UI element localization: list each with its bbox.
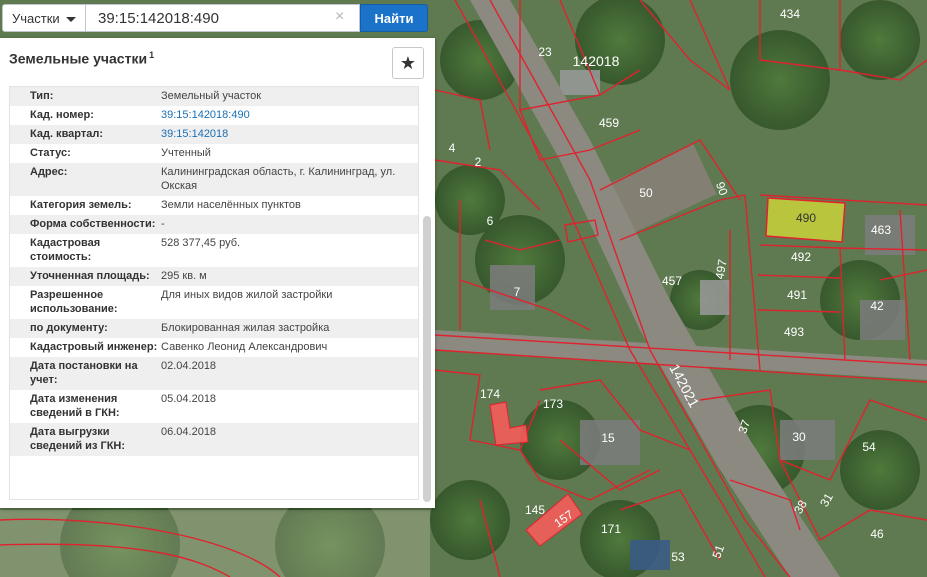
attribute-row: Статус: Учтенный — [10, 144, 418, 163]
attribute-row: Дата изменения сведений в ГКН: 05.04.201… — [10, 390, 418, 423]
quarter-label: 142018 — [573, 53, 620, 69]
panel-title-count: 1 — [149, 50, 155, 60]
panel-title-text: Земельные участки — [9, 50, 148, 67]
cadastral-number-link[interactable]: 39:15:142018:490 — [161, 108, 258, 122]
attribute-key: Тип: — [30, 90, 54, 102]
parcel-label: 30 — [792, 430, 806, 444]
attribute-value: Савенко Леонид Александрович — [161, 341, 328, 353]
attribute-row: Дата постановки на учет: 02.04.2018 — [10, 357, 418, 390]
attribute-value: Учтенный — [161, 147, 211, 159]
search-type-select[interactable]: Участки — [2, 4, 86, 32]
parcel-label: 54 — [862, 440, 876, 454]
panel-scrollbar[interactable] — [423, 216, 431, 502]
parcel-label: 4 — [449, 141, 456, 155]
attribute-value: 05.04.2018 — [161, 393, 217, 405]
cadastral-quarter-link[interactable]: 39:15:142018 — [161, 127, 236, 141]
attribute-key: Дата выгрузки сведений из ГКН: — [30, 426, 126, 452]
parcel-label: 145 — [525, 503, 545, 517]
attribute-value: Для иных видов жилой застройки — [161, 289, 333, 301]
attribute-row: Разрешенное использование: Для иных видо… — [10, 286, 418, 319]
parcel-label: 174 — [480, 387, 500, 401]
attribute-row: Кад. квартал: 39:15:142018 — [10, 125, 418, 144]
attribute-value: - — [161, 218, 165, 230]
attribute-row: Категория земель: Земли населённых пункт… — [10, 196, 418, 215]
attribute-key: Уточненная площадь: — [30, 270, 150, 282]
parcel-label: 457 — [662, 274, 682, 288]
attribute-row: Кад. номер: 39:15:142018:490 — [10, 106, 418, 125]
attribute-key: Кадастровый инженер: — [30, 341, 158, 353]
attribute-key: Кад. квартал: — [30, 128, 104, 140]
search-bar: Участки × Найти — [0, 0, 436, 36]
selected-parcel-label: 490 — [796, 211, 816, 225]
attribute-value: Блокированная жилая застройка — [161, 322, 330, 334]
parcel-label: 50 — [639, 186, 653, 200]
attribute-value: Калининградская область, г. Калининград,… — [161, 166, 396, 192]
attribute-value: 528 377,45 руб. — [161, 237, 241, 249]
parcel-label: 491 — [787, 288, 807, 302]
chevron-down-icon — [66, 17, 76, 22]
parcel-label: 173 — [543, 397, 563, 411]
star-icon: ★ — [399, 52, 417, 73]
info-panel: Земельные участки 1 ★ Тип: Земельный учас… — [0, 38, 435, 508]
attribute-key: Адрес: — [30, 166, 68, 178]
attribute-row: Кадастровая стоимость: 528 377,45 руб. — [10, 234, 418, 267]
attribute-value: Земельный участок — [161, 90, 262, 102]
attribute-row: по документу: Блокированная жилая застро… — [10, 319, 418, 338]
parcel-label: 463 — [871, 223, 891, 237]
parcel-label: 492 — [791, 250, 811, 264]
attribute-key: Кадастровая стоимость: — [30, 237, 101, 263]
attribute-row: Кадастровый инженер: Савенко Леонид Алек… — [10, 338, 418, 357]
parcel-label: 7 — [514, 285, 521, 299]
parcel-label: 15 — [601, 431, 615, 445]
parcel-label: 53 — [671, 550, 685, 564]
attribute-row: Адрес: Калининградская область, г. Калин… — [10, 163, 418, 196]
panel-title: Земельные участки 1 — [9, 50, 154, 67]
attribute-value: 02.04.2018 — [161, 360, 217, 372]
attribute-value: 06.04.2018 — [161, 426, 217, 438]
search-input[interactable] — [86, 4, 360, 32]
attribute-value: Земли населённых пунктов — [161, 199, 301, 211]
attribute-row: Тип: Земельный участок — [10, 87, 418, 106]
attribute-key: Статус: — [30, 147, 71, 159]
attribute-key: по документу: — [30, 322, 108, 334]
attribute-key: Кад. номер: — [30, 109, 94, 121]
parcel-label: 459 — [599, 116, 619, 130]
attribute-key: Категория земель: — [30, 199, 132, 211]
parcel-label: 42 — [870, 299, 884, 313]
attribute-key: Разрешенное использование: — [30, 289, 118, 315]
search-type-label: Участки — [12, 10, 60, 26]
favorite-button[interactable]: ★ — [392, 47, 424, 79]
attribute-row: Форма собственности: - — [10, 215, 418, 234]
parcel-label: 434 — [780, 7, 800, 21]
attribute-key: Форма собственности: — [30, 218, 156, 230]
attribute-list[interactable]: Тип: Земельный участок Кад. номер: 39:15… — [9, 86, 419, 500]
parcel-label: 6 — [487, 214, 494, 228]
attribute-value: 295 кв. м — [161, 270, 207, 282]
parcel-label: 171 — [601, 522, 621, 536]
attribute-row: Дата выгрузки сведений из ГКН: 06.04.201… — [10, 423, 418, 456]
parcel-label: 493 — [784, 325, 804, 339]
attribute-key: Дата изменения сведений в ГКН: — [30, 393, 120, 419]
attribute-key: Дата постановки на учет: — [30, 360, 138, 386]
parcel-label: 2 — [475, 155, 482, 169]
attribute-row: Уточненная площадь: 295 кв. м — [10, 267, 418, 286]
parcel-label: 23 — [538, 45, 552, 59]
parcel-label: 46 — [870, 527, 884, 541]
search-button[interactable]: Найти — [360, 4, 428, 32]
close-icon[interactable]: × — [335, 8, 344, 26]
